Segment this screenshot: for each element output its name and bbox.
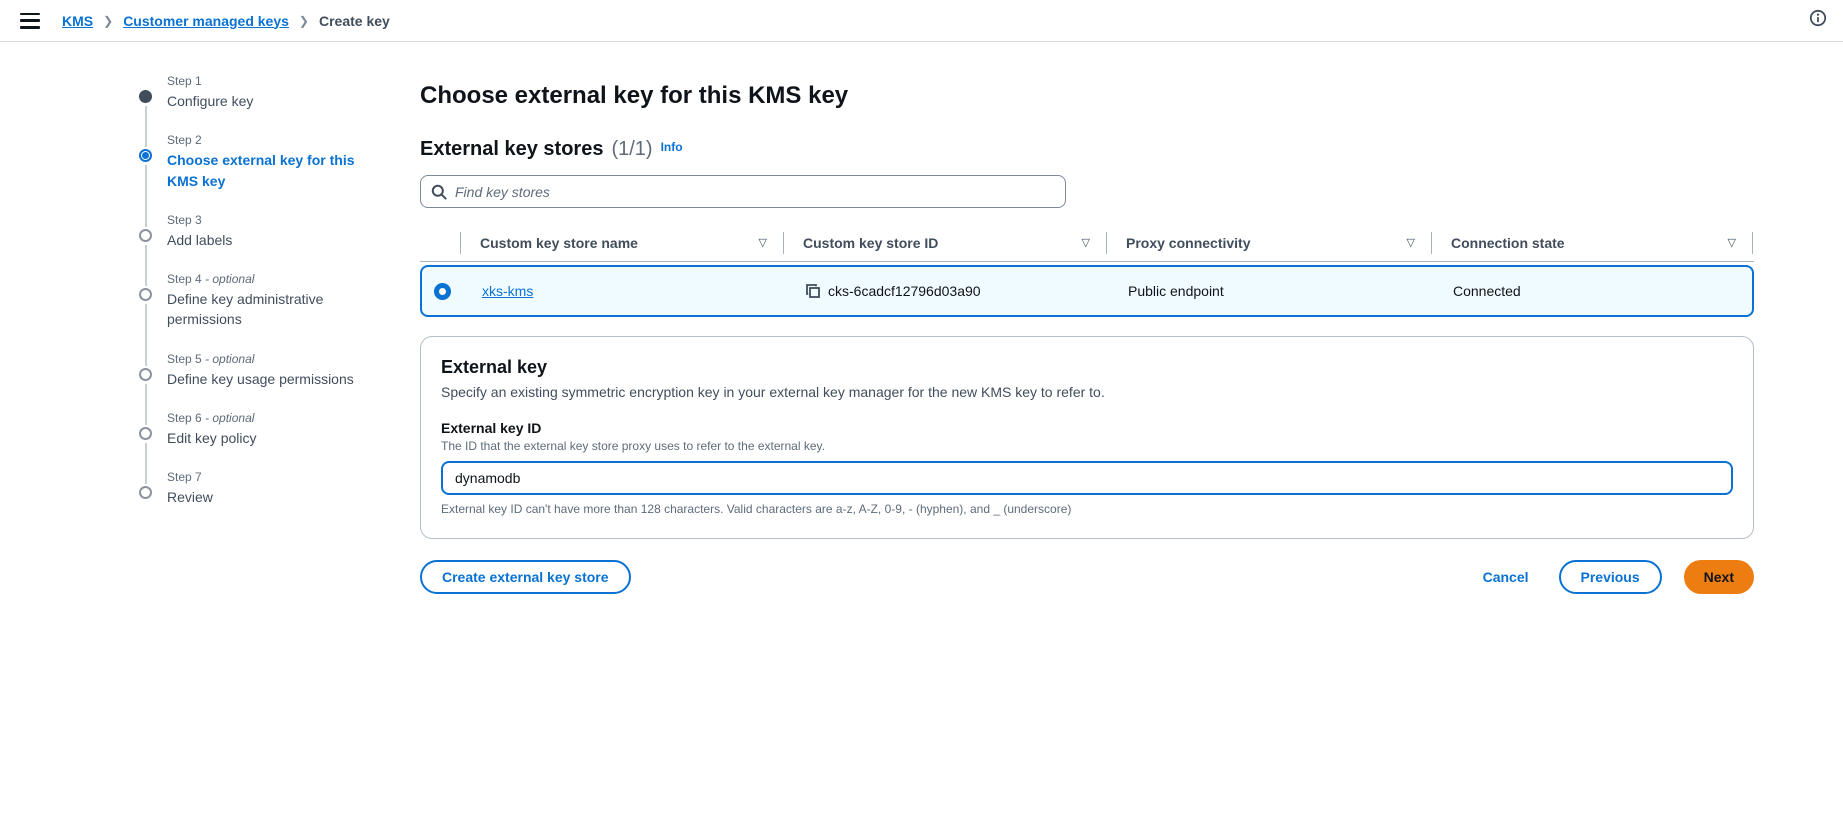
column-header-connection-state[interactable]: Connection state ▽ — [1431, 224, 1752, 261]
chevron-right-icon: ❯ — [103, 13, 114, 28]
external-key-id-input[interactable] — [441, 461, 1733, 495]
external-key-id-description: The ID that the external key store proxy… — [441, 439, 825, 453]
step-optional-suffix: - optional — [205, 272, 255, 287]
step-number: Step 2 — [167, 133, 202, 148]
step-number: Step 7 — [167, 470, 202, 485]
cancel-button[interactable]: Cancel — [1483, 560, 1529, 594]
column-label: Connection state — [1451, 234, 1565, 251]
step-upcoming-icon — [139, 288, 152, 302]
step-item-add-labels[interactable]: Step 3 Add labels — [139, 212, 371, 287]
previous-button[interactable]: Previous — [1558, 560, 1662, 594]
step-optional-suffix: - optional — [205, 351, 255, 366]
column-label: Custom key store name — [480, 234, 638, 251]
column-header-custom-key-store-name[interactable]: Custom key store name ▽ — [460, 224, 783, 261]
step-title: Choose external key for this KMS key — [167, 152, 355, 189]
proxy-connectivity-value: Public endpoint — [1128, 283, 1224, 299]
step-number: Step 3 — [167, 212, 202, 227]
column-header-custom-key-store-id[interactable]: Custom key store ID ▽ — [783, 224, 1106, 261]
breadcrumb-kms-link[interactable]: KMS — [62, 13, 93, 29]
step-complete-icon — [139, 90, 152, 103]
step-item-edit-key-policy[interactable]: Step 6 - optional Edit key policy — [139, 411, 371, 485]
step-item-configure-key[interactable]: Step 1 Configure key — [139, 74, 371, 148]
search-icon — [431, 184, 447, 200]
breadcrumb: KMS ❯ Customer managed keys ❯ Create key — [62, 13, 390, 29]
breadcrumb-current-page: Create key — [318, 12, 390, 29]
key-stores-table-header: Custom key store name ▽ Custom key store… — [420, 224, 1754, 262]
menu-hamburger-icon[interactable] — [20, 12, 40, 29]
step-title: Define key administrative permissions — [167, 291, 324, 328]
step-number: Step 5 — [167, 351, 202, 366]
sort-icon[interactable]: ▽ — [759, 236, 767, 249]
step-upcoming-icon — [139, 427, 152, 441]
external-key-id-constraint: External key ID can't have more than 128… — [441, 502, 1072, 516]
copy-icon[interactable] — [805, 283, 821, 299]
external-key-description: Specify an existing symmetric encryption… — [441, 384, 1105, 400]
breadcrumb-customer-managed-keys-link[interactable]: Customer managed keys — [123, 13, 289, 29]
step-upcoming-icon — [139, 367, 152, 381]
search-input[interactable] — [455, 183, 1055, 200]
cell-connection-state: Connected — [1433, 283, 1754, 299]
key-stores-heading: External key stores — [420, 138, 604, 160]
key-store-search-box[interactable] — [420, 175, 1066, 208]
cell-proxy-connectivity: Public endpoint — [1108, 283, 1433, 299]
external-key-heading: External key — [441, 357, 548, 377]
wizard-actions: Create external key store Cancel Previou… — [420, 560, 1754, 594]
column-header-proxy-connectivity[interactable]: Proxy connectivity ▽ — [1106, 224, 1431, 261]
radio-selected-icon[interactable] — [433, 282, 451, 300]
external-key-panel: External key Specify an existing symmetr… — [420, 336, 1754, 539]
step-upcoming-icon — [139, 228, 152, 242]
key-store-name-link[interactable]: xks-kms — [482, 283, 533, 299]
step-title: Edit key policy — [167, 430, 257, 447]
step-item-choose-external-key[interactable]: Step 2 Choose external key for this KMS … — [139, 133, 371, 227]
step-title: Add labels — [167, 231, 233, 248]
sort-icon[interactable]: ▽ — [1082, 236, 1090, 249]
key-store-row-selected[interactable]: xks-kms cks-6cadcf12796d03a90 Public end… — [420, 265, 1754, 317]
cell-key-store-id: cks-6cadcf12796d03a90 — [785, 283, 1108, 299]
step-number: Step 4 — [167, 272, 202, 287]
step-upcoming-icon — [139, 486, 152, 500]
column-label: Custom key store ID — [803, 234, 939, 251]
step-item-define-usage-permissions[interactable]: Step 5 - optional Define key usage permi… — [139, 351, 371, 426]
cell-key-store-name: xks-kms — [462, 283, 785, 299]
step-current-icon — [139, 149, 152, 163]
wizard-steps-nav: Step 1 Configure key Step 2 Choose exter… — [139, 42, 380, 594]
step-item-define-admin-permissions[interactable]: Step 4 - optional Define key administrat… — [139, 272, 371, 366]
key-store-id-value: cks-6cadcf12796d03a90 — [828, 283, 981, 299]
create-external-key-store-button[interactable]: Create external key store — [420, 560, 631, 594]
next-button[interactable]: Next — [1683, 560, 1754, 594]
sort-icon[interactable]: ▽ — [1728, 236, 1736, 249]
column-label: Proxy connectivity — [1126, 234, 1251, 251]
info-icon[interactable] — [1809, 9, 1827, 27]
external-key-id-label: External key ID — [441, 420, 542, 436]
step-number: Step 1 — [167, 74, 202, 88]
sort-icon[interactable]: ▽ — [1407, 236, 1415, 249]
key-stores-counter: (1/1) — [611, 138, 653, 160]
chevron-right-icon: ❯ — [298, 13, 309, 28]
top-navigation-bar: KMS ❯ Customer managed keys ❯ Create key — [0, 0, 1843, 42]
key-stores-section-header: External key stores (1/1) Info — [420, 138, 1754, 161]
step-title: Configure key — [167, 93, 254, 109]
page-title: Choose external key for this KMS key — [420, 82, 849, 109]
step-number: Step 6 — [167, 411, 202, 426]
step-optional-suffix: - optional — [205, 411, 255, 426]
connection-state-value: Connected — [1453, 283, 1521, 299]
info-link[interactable]: Info — [661, 140, 683, 154]
main-content: Choose external key for this KMS key Ext… — [420, 42, 1754, 594]
step-title: Review — [167, 489, 213, 506]
step-title: Define key usage permissions — [167, 370, 354, 387]
step-item-review[interactable]: Step 7 Review — [139, 470, 371, 507]
